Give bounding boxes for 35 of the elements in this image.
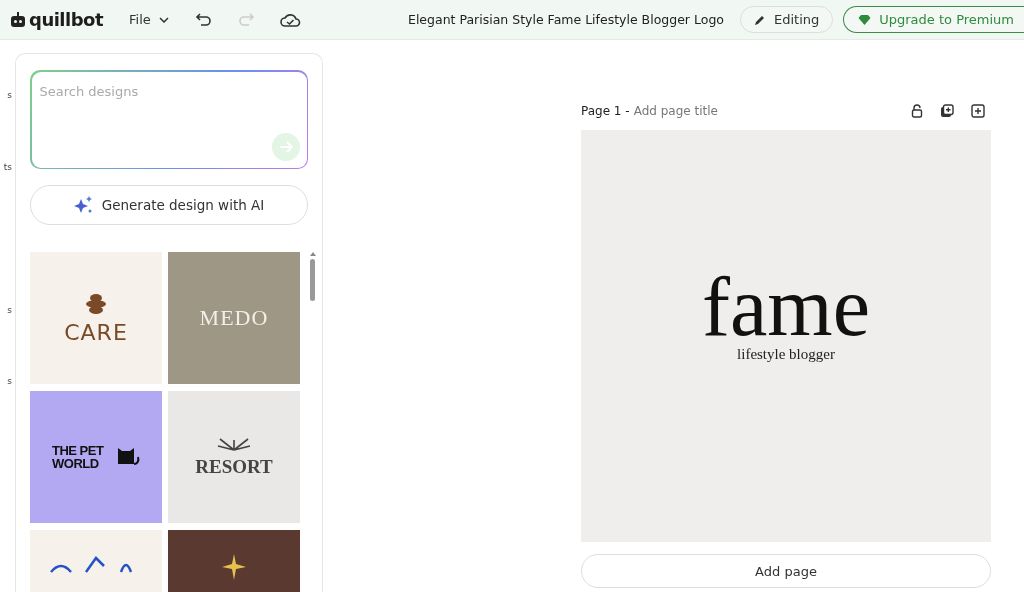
generate-ai-button[interactable]: Generate design with AI [30, 185, 308, 225]
search-field[interactable]: Search designs [30, 70, 308, 169]
add-page-button[interactable]: Add page [581, 554, 991, 588]
add-page-icon[interactable] [971, 104, 985, 118]
logo-tagline: lifestyle blogger [737, 345, 835, 363]
editing-button[interactable]: Editing [739, 6, 834, 33]
template-title: CARE [64, 319, 128, 345]
sidebar-label[interactable]: s [7, 90, 12, 100]
template-title: THE PET WORLD [52, 444, 105, 470]
pencil-icon [753, 13, 766, 26]
duplicate-page-icon[interactable] [940, 104, 954, 118]
robot-icon [10, 11, 26, 28]
brand-name: quillbot [29, 9, 104, 30]
diamond-icon [858, 13, 872, 26]
undo-icon[interactable] [194, 10, 213, 29]
template-thumbnail[interactable]: CARE [30, 252, 162, 384]
template-title: RESORT [195, 456, 273, 478]
sidebar-label[interactable]: s [7, 305, 12, 315]
logo-word: fame [702, 271, 870, 342]
template-thumbnail[interactable]: RESORT [168, 391, 300, 523]
template-title: MEDO [199, 305, 269, 331]
page-label: Page 1 - [581, 104, 630, 118]
chevron-down-icon [158, 16, 169, 23]
template-thumbnail[interactable]: THE PET WORLD [30, 391, 162, 523]
page-title-field[interactable]: Add page title [633, 104, 718, 118]
sidebar-label[interactable]: ts [3, 162, 12, 172]
sidebar-label[interactable]: s [7, 376, 12, 386]
star-icon [221, 554, 247, 580]
sparkle-icon [73, 196, 94, 214]
design-canvas[interactable]: fame lifestyle blogger [581, 130, 991, 542]
file-menu[interactable]: File [129, 12, 169, 27]
upgrade-button[interactable]: Upgrade to Premium [843, 6, 1024, 33]
brand-logo[interactable]: quillbot [10, 9, 104, 30]
document-title: Elegant Parisian Style Fame Lifestyle Blogger Logo [408, 12, 724, 27]
lock-icon[interactable] [911, 104, 923, 118]
